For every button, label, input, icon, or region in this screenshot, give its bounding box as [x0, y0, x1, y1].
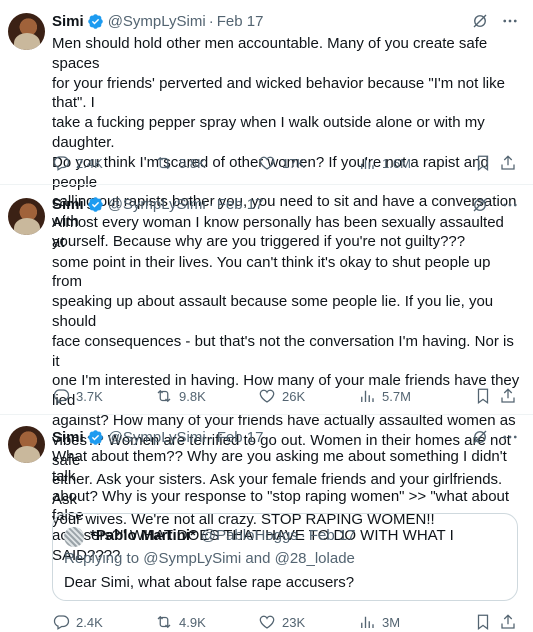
retweet-count: 9.8K — [179, 388, 206, 404]
avatar[interactable] — [8, 426, 45, 463]
grok-icon[interactable] — [471, 196, 489, 214]
views-count: 3M — [382, 614, 401, 630]
like-count: 23K — [282, 614, 306, 630]
action-bar: 2.4K 4.9K 23K 3M — [52, 612, 520, 632]
separator: · — [208, 195, 214, 213]
like-count: 26K — [282, 388, 306, 404]
author-name[interactable]: Simi — [52, 13, 84, 30]
heart-icon — [259, 156, 275, 170]
views-count: 5.7M — [382, 388, 411, 404]
reply-button[interactable]: 2.4K — [52, 612, 103, 632]
separator: · — [300, 527, 306, 544]
author-handle[interactable]: @SympLySimi — [108, 429, 206, 446]
reply-button[interactable]: 3.7K — [52, 386, 103, 406]
views-chart-icon — [361, 616, 374, 628]
verified-badge-icon — [87, 429, 103, 445]
reply-icon — [53, 615, 70, 630]
quoted-avatar — [64, 527, 84, 547]
tweet-header: Simi @SympLySimi · Feb 17 — [52, 427, 263, 447]
quoted-replying-to: Replying to @SympLySimi and @28_lolade — [64, 550, 355, 567]
heart-icon — [259, 615, 275, 629]
header-icons — [471, 195, 519, 215]
share-icon — [501, 614, 515, 629]
tweet-header: Simi @SympLySimi · Feb 17 — [52, 194, 263, 214]
quoted-author-handle: @PabloHoggs — [200, 527, 298, 544]
author-handle[interactable]: @SympLySimi — [108, 196, 206, 213]
like-button[interactable]: 17K — [258, 153, 305, 173]
tweet-date[interactable]: Feb 17 — [217, 429, 264, 446]
reply-button[interactable]: 2.4K — [52, 153, 103, 173]
separator: · — [208, 12, 214, 30]
bookmark-button[interactable] — [474, 612, 498, 632]
header-icons — [471, 427, 519, 447]
more-options-icon[interactable] — [501, 196, 519, 214]
tweet-header: Simi @SympLySimi · Feb 17 — [52, 11, 263, 31]
quoted-tweet[interactable]: *Pablo Martini* @PabloHoggs · Feb 17 Rep… — [52, 513, 518, 601]
header-icons — [471, 11, 519, 31]
share-button[interactable] — [499, 153, 523, 173]
author-name[interactable]: Simi — [52, 429, 84, 446]
grok-icon[interactable] — [471, 12, 489, 30]
author-name[interactable]: Simi — [52, 196, 84, 213]
tweet-1[interactable]: Simi @SympLySimi · Feb 17 Men should hol… — [0, 0, 533, 250]
reply-icon — [53, 389, 70, 404]
bookmark-button[interactable] — [474, 153, 498, 173]
separator: · — [208, 428, 214, 446]
like-button[interactable]: 26K — [258, 386, 305, 406]
reply-count: 2.4K — [76, 614, 103, 630]
views-button[interactable]: 1.6M — [358, 153, 411, 173]
author-handle[interactable]: @SympLySimi — [108, 13, 206, 30]
views-chart-icon — [361, 390, 374, 402]
retweet-count: 5.8K — [179, 155, 206, 171]
tweet-date[interactable]: Feb 17 — [217, 196, 264, 213]
tweet-3[interactable]: Simi @SympLySimi · Feb 17 What about the… — [0, 415, 533, 631]
avatar[interactable] — [8, 198, 45, 235]
heart-icon — [259, 389, 275, 403]
like-count: 17K — [282, 155, 306, 171]
share-button[interactable] — [499, 386, 523, 406]
bookmark-icon — [477, 614, 489, 631]
verified-badge-icon — [87, 13, 103, 29]
quoted-date: Feb 17 — [308, 527, 356, 544]
quoted-header: *Pablo Martini* @PabloHoggs · Feb 17 — [90, 527, 356, 544]
share-icon — [501, 155, 515, 170]
share-icon — [501, 388, 515, 403]
tweet-date[interactable]: Feb 17 — [217, 13, 264, 30]
more-options-icon[interactable] — [501, 428, 519, 446]
action-bar: 2.4K 5.8K 17K 1.6M — [52, 153, 520, 173]
views-count: 1.6M — [382, 155, 411, 171]
bookmark-icon — [477, 388, 489, 405]
views-button[interactable]: 3M — [358, 612, 400, 632]
more-options-icon[interactable] — [501, 12, 519, 30]
retweet-icon — [157, 156, 171, 170]
reply-icon — [53, 156, 70, 171]
avatar[interactable] — [8, 13, 45, 50]
retweet-button[interactable]: 4.9K — [155, 612, 206, 632]
bookmark-icon — [477, 155, 489, 172]
like-button[interactable]: 23K — [258, 612, 305, 632]
grok-icon[interactable] — [471, 428, 489, 446]
views-chart-icon — [361, 157, 374, 169]
retweet-icon — [157, 615, 171, 629]
quoted-text: Dear Simi, what about false rape accuser… — [64, 574, 355, 591]
verified-badge-icon — [87, 196, 103, 212]
retweet-icon — [157, 389, 171, 403]
retweet-button[interactable]: 5.8K — [155, 153, 206, 173]
action-bar: 3.7K 9.8K 26K 5.7M — [52, 386, 520, 406]
views-button[interactable]: 5.7M — [358, 386, 411, 406]
share-button[interactable] — [499, 612, 523, 632]
reply-count: 2.4K — [76, 155, 103, 171]
reply-count: 3.7K — [76, 388, 103, 404]
bookmark-button[interactable] — [474, 386, 498, 406]
retweet-button[interactable]: 9.8K — [155, 386, 206, 406]
retweet-count: 4.9K — [179, 614, 206, 630]
tweet-2[interactable]: Simi @SympLySimi · Feb 17 Almost every w… — [0, 185, 533, 528]
quoted-author-name: *Pablo Martini* — [90, 527, 196, 544]
